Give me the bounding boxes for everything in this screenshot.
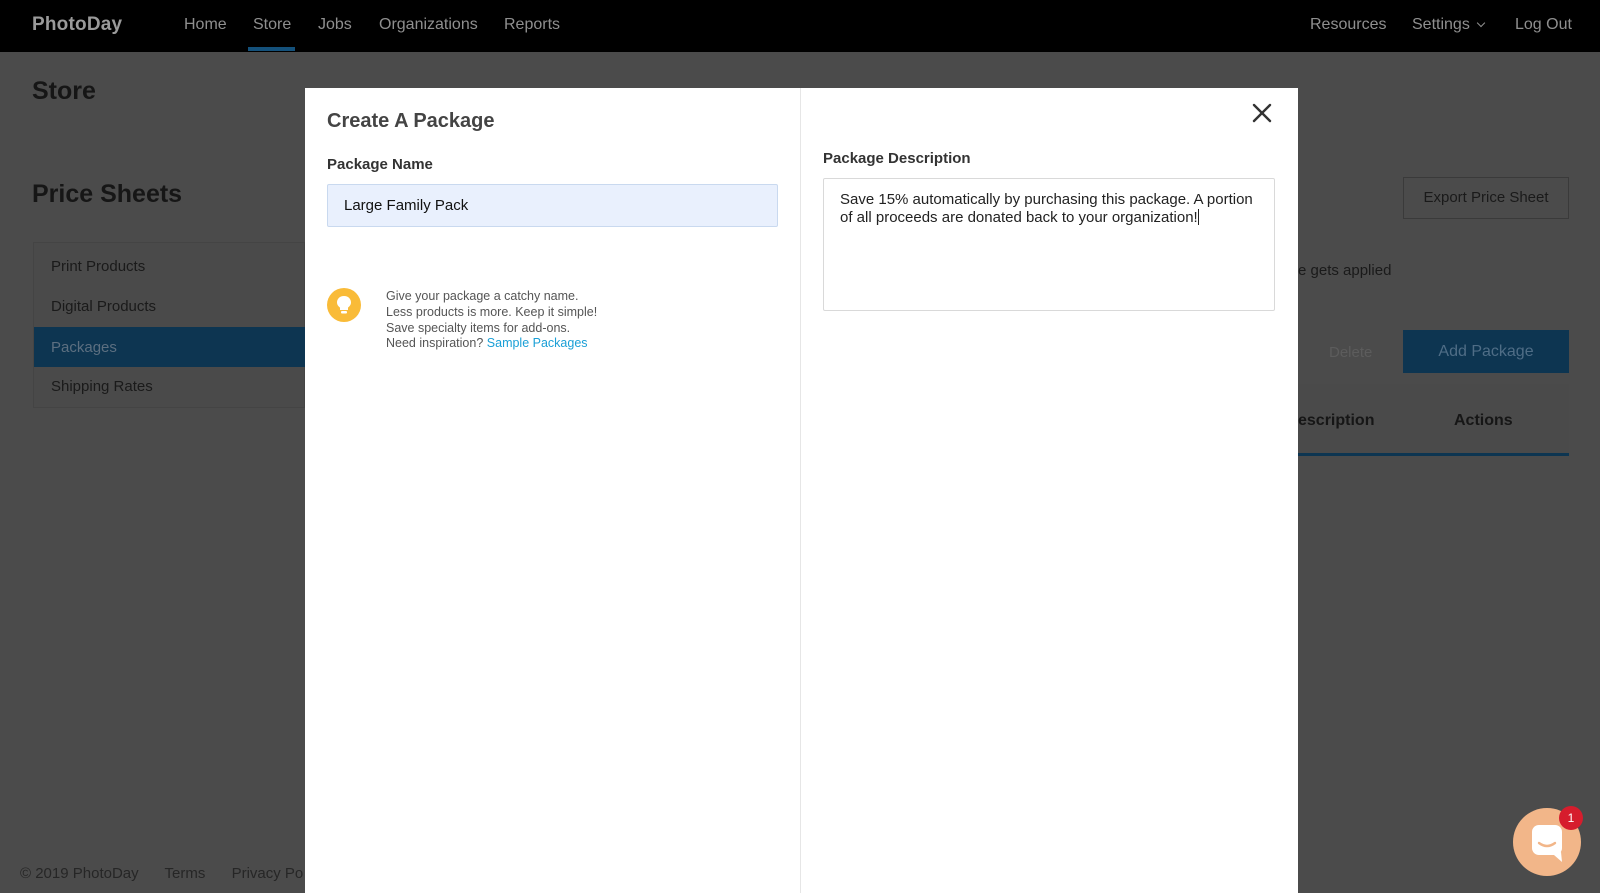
- page-title: Store: [32, 77, 96, 105]
- tip-line: Save specialty items for add-ons.: [386, 320, 571, 335]
- sidebar-item-packages[interactable]: Packages: [34, 327, 306, 367]
- modal-divider: [800, 88, 801, 893]
- sidebar: Print Products Digital Products Packages…: [33, 242, 306, 408]
- nav-settings-label: Settings: [1412, 16, 1470, 33]
- lightbulb-icon: [327, 288, 361, 322]
- applied-text: e gets applied: [1298, 262, 1392, 279]
- export-price-sheet-button[interactable]: Export Price Sheet: [1403, 177, 1569, 219]
- sidebar-item-shipping-rates[interactable]: Shipping Rates: [51, 378, 153, 395]
- nav-organizations[interactable]: Organizations: [379, 16, 478, 34]
- package-description-label: Package Description: [823, 150, 971, 167]
- sidebar-item-label: Packages: [51, 339, 117, 356]
- section-title: Price Sheets: [32, 180, 183, 208]
- chevron-down-icon: [1476, 18, 1486, 28]
- package-name-label: Package Name: [327, 156, 433, 173]
- footer-copyright: © 2019 PhotoDay: [20, 865, 139, 882]
- package-name-input[interactable]: [327, 184, 778, 227]
- tip-line: Less products is more. Keep it simple!: [386, 304, 598, 319]
- sidebar-item-print-products[interactable]: Print Products: [51, 258, 145, 275]
- notification-badge: 1: [1559, 806, 1583, 830]
- nav-reports[interactable]: Reports: [504, 16, 560, 34]
- footer-privacy-link[interactable]: Privacy Po: [232, 865, 304, 882]
- nav-settings[interactable]: Settings: [1412, 16, 1486, 34]
- text-caret: [1197, 209, 1199, 225]
- package-description-text: Save 15% automatically by purchasing thi…: [840, 191, 1253, 226]
- top-nav: PhotoDay Home Store Jobs Organizations R…: [0, 0, 1600, 52]
- nav-active-indicator: [248, 47, 295, 51]
- package-description-textarea[interactable]: Save 15% automatically by purchasing thi…: [823, 178, 1275, 311]
- modal-title: Create A Package: [327, 110, 495, 132]
- package-tips: Give your package a catchy name. Less pr…: [386, 289, 597, 352]
- footer-terms-link[interactable]: Terms: [165, 865, 206, 882]
- column-header-actions: Actions: [1454, 412, 1513, 429]
- nav-store[interactable]: Store: [253, 16, 291, 34]
- logo[interactable]: PhotoDay: [32, 14, 122, 36]
- nav-jobs[interactable]: Jobs: [318, 16, 352, 34]
- create-package-modal: Create A Package Package Name Give your …: [305, 88, 1298, 893]
- close-icon[interactable]: [1249, 100, 1275, 126]
- column-header-description: escription: [1298, 412, 1375, 429]
- sample-packages-link[interactable]: Sample Packages: [487, 336, 588, 350]
- table-header: escription Actions: [1298, 384, 1569, 456]
- footer: © 2019 PhotoDay Terms Privacy Po: [20, 865, 325, 882]
- sidebar-item-digital-products[interactable]: Digital Products: [51, 298, 156, 315]
- tip-line: Need inspiration?: [386, 336, 484, 351]
- nav-resources[interactable]: Resources: [1310, 16, 1386, 34]
- add-package-button[interactable]: Add Package: [1403, 330, 1569, 373]
- delete-button[interactable]: Delete: [1329, 344, 1372, 361]
- tip-line: Give your package a catchy name.: [386, 289, 579, 303]
- nav-home[interactable]: Home: [184, 16, 227, 34]
- nav-logout[interactable]: Log Out: [1515, 16, 1572, 34]
